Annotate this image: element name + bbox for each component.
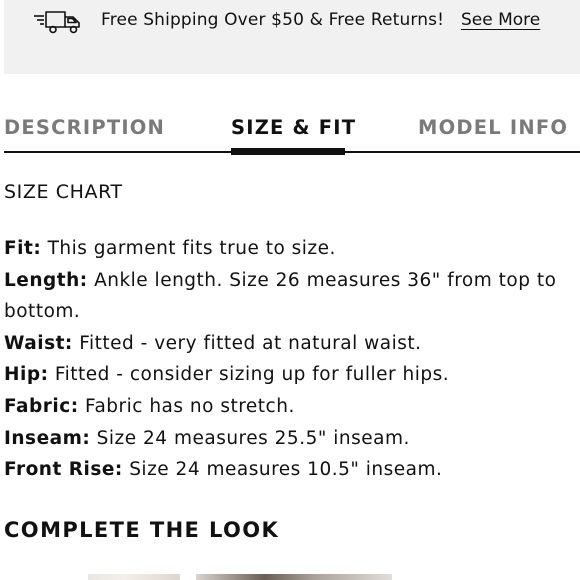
- active-tab-indicator: [231, 148, 345, 155]
- spec-value: Fitted - consider sizing up for fuller h…: [54, 364, 450, 386]
- spec-hip: Hip: Fitted - consider sizing up for ful…: [4, 359, 574, 391]
- size-chart-link[interactable]: SIZE CHART: [4, 181, 123, 203]
- tab-size-and-fit[interactable]: SIZE & FIT: [231, 116, 356, 139]
- complete-the-look-heading: COMPLETE THE LOOK: [4, 518, 280, 542]
- look-thumbnails: [0, 574, 580, 580]
- spec-fabric: Fabric: Fabric has no stretch.: [4, 391, 574, 423]
- spec-label: Inseam:: [4, 427, 91, 449]
- delivery-truck-icon: [34, 11, 80, 34]
- spec-waist: Waist: Fitted - very fitted at natural w…: [4, 328, 574, 360]
- tab-model-info[interactable]: MODEL INFO: [418, 116, 568, 139]
- spec-label: Length:: [4, 269, 88, 291]
- shipping-banner: Free Shipping Over $50 & Free Returns! S…: [4, 0, 580, 74]
- spec-front-rise: Front Rise: Size 24 measures 10.5" insea…: [4, 454, 574, 486]
- fit-details: Fit: This garment fits true to size. Len…: [4, 233, 574, 486]
- spec-label: Waist:: [4, 332, 73, 354]
- spec-value: This garment fits true to size.: [47, 238, 336, 259]
- spec-label: Hip:: [4, 364, 49, 386]
- tab-description[interactable]: DESCRIPTION: [4, 116, 165, 139]
- spec-inseam: Inseam: Size 24 measures 25.5" inseam.: [4, 423, 574, 455]
- spec-length: Length: Ankle length. Size 26 measures 3…: [4, 265, 574, 328]
- look-thumbnail[interactable]: [196, 574, 392, 580]
- spec-value: Fabric has no stretch.: [85, 395, 295, 417]
- spec-value: Size 24 measures 25.5" inseam.: [96, 427, 410, 449]
- shipping-message: Free Shipping Over $50 & Free Returns!: [101, 10, 445, 30]
- spec-value: Size 24 measures 10.5" inseam.: [129, 459, 443, 481]
- look-thumbnail[interactable]: [88, 574, 180, 580]
- spec-label: Fabric:: [4, 395, 79, 417]
- see-more-link[interactable]: See More: [461, 10, 540, 30]
- spec-label: Fit:: [4, 238, 42, 259]
- spec-value: Fitted - very fitted at natural waist.: [79, 332, 422, 354]
- product-info-tabs: DESCRIPTION SIZE & FIT MODEL INFO: [0, 112, 580, 158]
- spec-label: Front Rise:: [4, 459, 123, 481]
- spec-fit: Fit: This garment fits true to size.: [4, 233, 574, 265]
